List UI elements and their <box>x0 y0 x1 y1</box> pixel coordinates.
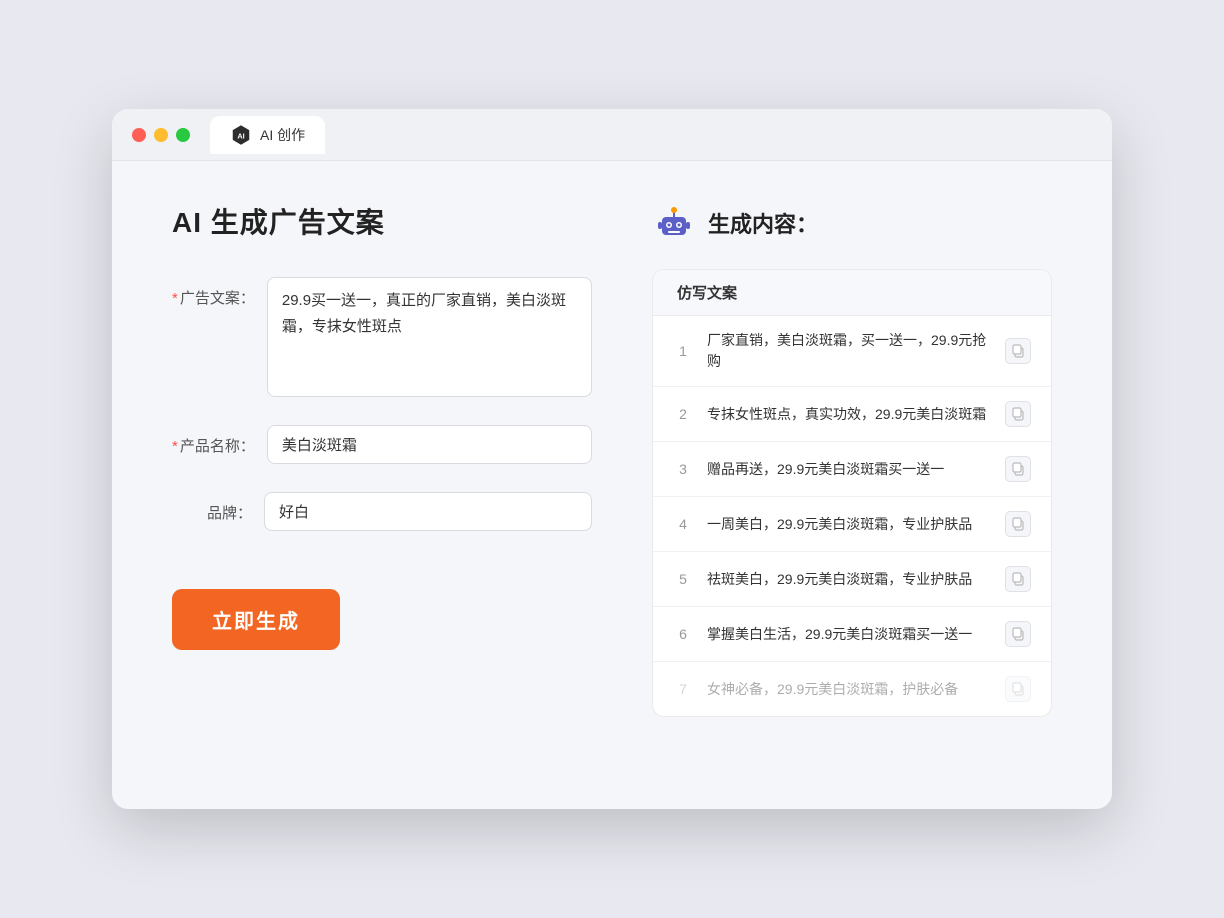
row-number: 4 <box>673 516 693 532</box>
traffic-lights <box>132 128 190 142</box>
row-number: 7 <box>673 681 693 697</box>
copy-button[interactable] <box>1005 456 1031 482</box>
result-table: 仿写文案 1 厂家直销，美白淡斑霜，买一送一，29.9元抢购 2 专抹女性斑点，… <box>652 269 1052 717</box>
tab-label: AI 创作 <box>260 125 305 145</box>
table-row: 3 赠品再送，29.9元美白淡斑霜买一送一 <box>653 442 1051 497</box>
product-name-input[interactable] <box>267 425 592 464</box>
browser-window: AI AI 创作 AI 生成广告文案 *广告文案： 29.9买一送一，真正的厂家… <box>112 109 1112 809</box>
generate-button[interactable]: 立即生成 <box>172 589 340 650</box>
right-panel: 生成内容： 仿写文案 1 厂家直销，美白淡斑霜，买一送一，29.9元抢购 2 专… <box>652 201 1052 761</box>
close-button[interactable] <box>132 128 146 142</box>
table-row: 6 掌握美白生活，29.9元美白淡斑霜买一送一 <box>653 607 1051 662</box>
table-row: 5 祛斑美白，29.9元美白淡斑霜，专业护肤品 <box>653 552 1051 607</box>
row-text: 祛斑美白，29.9元美白淡斑霜，专业护肤品 <box>707 569 991 590</box>
row-number: 6 <box>673 626 693 642</box>
row-text: 赠品再送，29.9元美白淡斑霜买一送一 <box>707 459 991 480</box>
product-name-group: *产品名称： <box>172 425 592 464</box>
tab-ai-creation[interactable]: AI AI 创作 <box>210 116 325 154</box>
table-row: 7 女神必备，29.9元美白淡斑霜，护肤必备 <box>653 662 1051 716</box>
ad-copy-group: *广告文案： 29.9买一送一，真正的厂家直销，美白淡斑霜，专抹女性斑点 <box>172 277 592 397</box>
copy-button[interactable] <box>1005 401 1031 427</box>
svg-text:AI: AI <box>237 131 244 140</box>
table-row: 4 一周美白，29.9元美白淡斑霜，专业护肤品 <box>653 497 1051 552</box>
table-row: 1 厂家直销，美白淡斑霜，买一送一，29.9元抢购 <box>653 316 1051 387</box>
main-content: AI 生成广告文案 *广告文案： 29.9买一送一，真正的厂家直销，美白淡斑霜，… <box>112 161 1112 801</box>
brand-input[interactable] <box>264 492 592 531</box>
copy-button[interactable] <box>1005 566 1031 592</box>
row-text: 厂家直销，美白淡斑霜，买一送一，29.9元抢购 <box>707 330 991 372</box>
brand-group: 品牌： <box>172 492 592 531</box>
required-star-ad: * <box>172 290 178 307</box>
brand-label: 品牌： <box>172 492 252 523</box>
left-panel: AI 生成广告文案 *广告文案： 29.9买一送一，真正的厂家直销，美白淡斑霜，… <box>172 201 592 761</box>
copy-button[interactable] <box>1005 621 1031 647</box>
row-text: 一周美白，29.9元美白淡斑霜，专业护肤品 <box>707 514 991 535</box>
row-text: 女神必备，29.9元美白淡斑霜，护肤必备 <box>707 679 991 700</box>
table-row: 2 专抹女性斑点，真实功效，29.9元美白淡斑霜 <box>653 387 1051 442</box>
minimize-button[interactable] <box>154 128 168 142</box>
robot-icon <box>652 201 696 245</box>
row-text: 专抹女性斑点，真实功效，29.9元美白淡斑霜 <box>707 404 991 425</box>
page-title: AI 生成广告文案 <box>172 201 592 241</box>
row-number: 5 <box>673 571 693 587</box>
result-header: 生成内容： <box>652 201 1052 245</box>
copy-button[interactable] <box>1005 676 1031 702</box>
result-title: 生成内容： <box>708 207 818 239</box>
row-number: 2 <box>673 406 693 422</box>
row-number: 3 <box>673 461 693 477</box>
ad-copy-label: *广告文案： <box>172 277 255 308</box>
required-star-product: * <box>172 438 178 455</box>
maximize-button[interactable] <box>176 128 190 142</box>
ad-copy-textarea[interactable]: 29.9买一送一，真正的厂家直销，美白淡斑霜，专抹女性斑点 <box>267 277 592 397</box>
row-text: 掌握美白生活，29.9元美白淡斑霜买一送一 <box>707 624 991 645</box>
row-number: 1 <box>673 343 693 359</box>
product-name-label: *产品名称： <box>172 425 255 456</box>
title-bar: AI AI 创作 <box>112 109 1112 161</box>
result-rows-container: 1 厂家直销，美白淡斑霜，买一送一，29.9元抢购 2 专抹女性斑点，真实功效，… <box>653 316 1051 716</box>
copy-button[interactable] <box>1005 511 1031 537</box>
ai-tab-icon: AI <box>230 124 252 146</box>
copy-button[interactable] <box>1005 338 1031 364</box>
table-header: 仿写文案 <box>653 270 1051 316</box>
